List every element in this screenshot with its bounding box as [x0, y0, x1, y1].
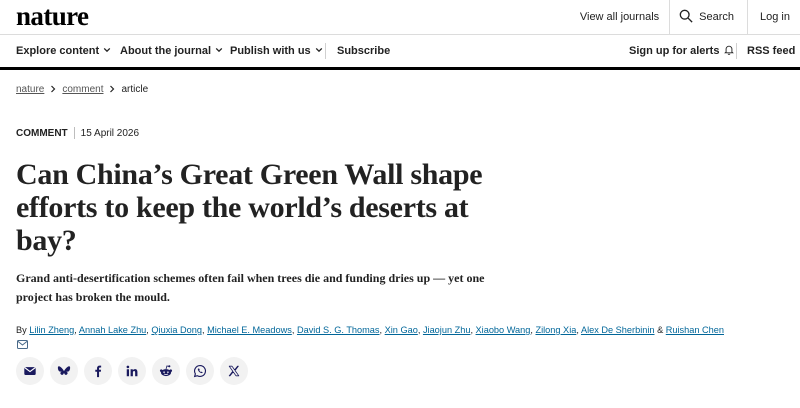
nav-publish-with-us[interactable]: Publish with us: [230, 35, 323, 67]
author-link[interactable]: David S. G. Thomas: [297, 325, 380, 335]
article-type: COMMENT: [16, 127, 68, 139]
article-meta: COMMENT 15 April 2026: [16, 126, 139, 140]
rss-feed-link[interactable]: RSS feed: [747, 35, 795, 67]
nav-about-journal[interactable]: About the journal: [120, 35, 223, 67]
author-link[interactable]: Xiaobo Wang: [476, 325, 531, 335]
author-link[interactable]: Qiuxia Dong: [151, 325, 202, 335]
email-icon: [24, 367, 36, 375]
share-email-button[interactable]: [16, 357, 44, 385]
author-link[interactable]: Annah Lake Zhu: [79, 325, 146, 335]
view-all-journals-link[interactable]: View all journals: [570, 0, 669, 34]
breadcrumb-nature[interactable]: nature: [16, 84, 44, 95]
sign-up-alerts-link[interactable]: Sign up for alerts: [629, 35, 735, 67]
nav-about-label: About the journal: [120, 45, 212, 57]
author-link[interactable]: Alex De Sherbinin: [581, 325, 655, 335]
share-bluesky-button[interactable]: [50, 357, 78, 385]
breadcrumb-comment[interactable]: comment: [62, 84, 103, 95]
author-link[interactable]: Zilong Xia: [535, 325, 576, 335]
nav-subscribe[interactable]: Subscribe: [337, 35, 390, 67]
author-link[interactable]: Ruishan Chen: [666, 325, 724, 335]
share-facebook-button[interactable]: [84, 357, 112, 385]
chevron-right-icon: [110, 85, 115, 93]
nature-logo[interactable]: nature: [16, 1, 89, 31]
bell-icon: [723, 44, 735, 58]
nav-explore-content[interactable]: Explore content: [16, 35, 111, 67]
header-rule: [0, 67, 800, 70]
divider: [325, 43, 326, 59]
article-title: Can China’s Great Green Wall shape effor…: [16, 158, 483, 257]
nav-explore-label: Explore content: [16, 45, 100, 57]
share-linkedin-button[interactable]: [118, 357, 146, 385]
facebook-icon: [95, 365, 102, 378]
share-x-button[interactable]: [220, 357, 248, 385]
and-separator: &: [657, 325, 664, 335]
main-nav: Explore content About the journal Publis…: [0, 35, 800, 67]
share-whatsapp-button[interactable]: [186, 357, 214, 385]
author-link[interactable]: Jiaojun Zhu: [423, 325, 471, 335]
author-link[interactable]: Lilin Zheng: [29, 325, 74, 335]
author-link[interactable]: Michael E. Meadows: [207, 325, 292, 335]
author-list: By Lilin Zheng, Annah Lake Zhu, Qiuxia D…: [16, 325, 724, 335]
chevron-down-icon: [215, 45, 223, 57]
bluesky-icon: [57, 366, 71, 375]
search-label: Search: [699, 11, 735, 23]
chevron-down-icon: [315, 45, 323, 57]
email-icon[interactable]: [17, 340, 28, 349]
top-bar: nature View all journals Search Log in: [0, 0, 800, 34]
whatsapp-icon: [193, 365, 207, 378]
chevron-right-icon: [51, 85, 56, 93]
search-button[interactable]: Search: [670, 0, 747, 34]
breadcrumb-article: article: [121, 83, 149, 95]
nav-publish-label: Publish with us: [230, 45, 311, 57]
breadcrumb: nature comment article: [16, 82, 148, 96]
linkedin-icon: [126, 365, 138, 377]
author-link[interactable]: Xin Gao: [385, 325, 418, 335]
alerts-label: Sign up for alerts: [629, 45, 720, 57]
login-link[interactable]: Log in: [748, 0, 800, 34]
by-label: By: [16, 325, 27, 335]
x-icon: [228, 365, 240, 377]
divider: [73, 127, 75, 139]
reddit-icon: [159, 365, 173, 377]
share-bar: [16, 357, 248, 385]
search-icon: [679, 9, 693, 26]
divider: [736, 43, 737, 59]
chevron-down-icon: [103, 45, 111, 57]
publish-date: 15 April 2026: [80, 127, 140, 139]
article-standfirst: Grand anti-desertification schemes often…: [16, 271, 485, 304]
top-links: View all journals Search Log in: [570, 0, 800, 34]
share-reddit-button[interactable]: [152, 357, 180, 385]
